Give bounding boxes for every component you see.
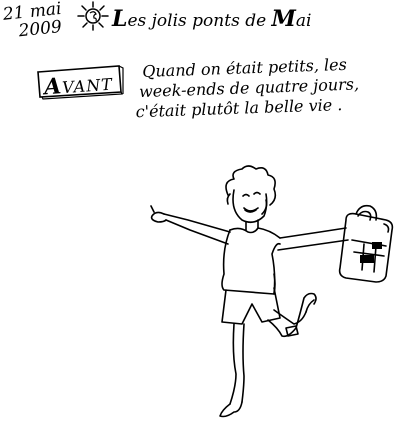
avant-cap: A: [43, 73, 64, 101]
title-text: es jolis ponts de: [127, 11, 272, 31]
page-title: Les jolis ponts de Mai: [112, 6, 311, 32]
date: 21 mai 2009: [2, 0, 64, 42]
avant-label: AVANT: [43, 70, 114, 101]
title-initial: L: [112, 6, 128, 32]
schoolbag-icon: [338, 204, 394, 283]
child-figure-icon: [150, 165, 394, 418]
avant-rest: VANT: [61, 74, 114, 98]
comic-page: 21 mai 2009 Les jolis ponts de Mai AVANT…: [0, 0, 400, 423]
date-year: 2009: [17, 16, 63, 42]
sun-icon: [77, 1, 109, 31]
caption-text: Quand on était petits, les week-ends de …: [135, 53, 394, 122]
title-cap-m: M: [271, 6, 296, 32]
title-end: ai: [295, 11, 312, 31]
